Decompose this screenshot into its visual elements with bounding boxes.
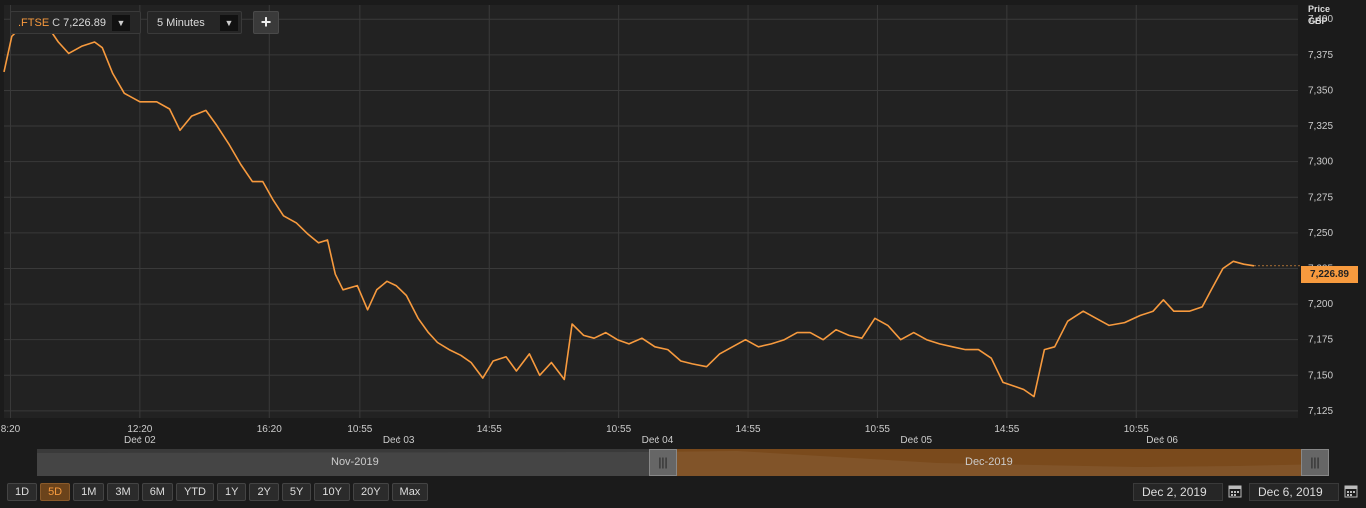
axis-title-price: Price [1308,4,1331,14]
price-chart[interactable]: 7,4007,3757,3507,3257,3007,2757,2507,225… [0,0,1366,508]
navigator-label-dec: Dec-2019 [965,456,1013,468]
chart-toolbar: .FTSE C 7,226.89 ▼ 5 Minutes ▼ + [10,11,279,36]
range-button-5d[interactable]: 5D [40,483,71,501]
navigator-sparkline [37,451,1329,476]
y-tick-label: 7,125 [1308,406,1333,417]
x-tick-label: 14:55 [477,424,502,435]
calendar-icon[interactable] [1228,484,1242,498]
price-series-line[interactable] [3,19,1255,398]
range-button-5y[interactable]: 5Y [281,483,312,501]
start-date-field[interactable]: Dec 2, 2019 [1133,483,1223,501]
x-tick-label: 16:20 [257,424,282,435]
current-price-tag: 7,226.89 [1301,266,1358,283]
range-button-max[interactable]: Max [391,483,429,501]
x-tick-label: 10:55 [606,424,631,435]
navigator-left-handle[interactable]: ||| [649,449,677,476]
last-value: 7,226.89 [63,16,106,29]
day-tick-label: Dec 06 [1146,435,1178,446]
close-flag: C [52,16,61,29]
symbol-selector[interactable]: .FTSE C 7,226.89 ▼ [10,11,141,34]
interval-selector[interactable]: 5 Minutes ▼ [147,11,242,34]
end-date-field[interactable]: Dec 6, 2019 [1249,483,1339,501]
y-tick-label: 7,200 [1308,299,1333,310]
x-tick-label: 10:55 [1124,424,1149,435]
interval-label: 5 Minutes [157,16,205,29]
range-button-1d[interactable]: 1D [7,483,38,501]
range-button-1m[interactable]: 1M [73,483,105,501]
range-button-6m[interactable]: 6M [141,483,173,501]
x-tick-label: 14:55 [994,424,1019,435]
day-tick-label: Dec 03 [383,435,415,446]
day-tick-label: Dec 02 [124,435,156,446]
range-button-3m[interactable]: 3M [107,483,139,501]
calendar-icon[interactable] [1344,484,1358,498]
y-tick-label: 7,175 [1308,335,1333,346]
x-tick-label: 10:55 [865,424,890,435]
range-button-1y[interactable]: 1Y [216,483,247,501]
x-tick-label: 12:20 [127,424,152,435]
axis-title: Price GBP [1308,3,1330,27]
range-navigator[interactable]: ||| ||| Nov-2019 Dec-2019 [37,449,1329,476]
x-tick-label: 8:20 [1,424,21,435]
range-button-2y[interactable]: 2Y [249,483,279,501]
range-button-ytd[interactable]: YTD [175,483,214,501]
symbol-label: .FTSE [18,16,50,29]
day-tick-label: Dec 05 [900,435,932,446]
chevron-down-icon[interactable]: ▼ [111,14,130,31]
range-button-20y[interactable]: 20Y [352,483,389,501]
range-button-bar: 1D 5D 1M 3M 6M YTD 1Y 2Y 5Y 10Y 20Y Max [7,483,429,501]
x-tick-label: 10:55 [347,424,372,435]
range-button-10y[interactable]: 10Y [314,483,350,501]
add-button[interactable]: + [253,11,279,34]
navigator-right-handle[interactable]: ||| [1301,449,1329,476]
chevron-down-icon[interactable]: ▼ [220,14,238,31]
y-tick-label: 7,375 [1308,50,1333,61]
y-tick-label: 7,150 [1308,370,1333,381]
y-tick-label: 7,300 [1308,157,1333,168]
y-tick-label: 7,325 [1308,121,1333,132]
y-tick-label: 7,250 [1308,228,1333,239]
x-tick-label: 14:55 [736,424,761,435]
y-tick-label: 7,350 [1308,85,1333,96]
y-tick-label: 7,275 [1308,192,1333,203]
navigator-area [37,451,1329,476]
day-tick-label: Dec 04 [642,435,674,446]
axis-title-currency: GBP [1308,16,1328,26]
navigator-label-nov: Nov-2019 [331,456,379,468]
